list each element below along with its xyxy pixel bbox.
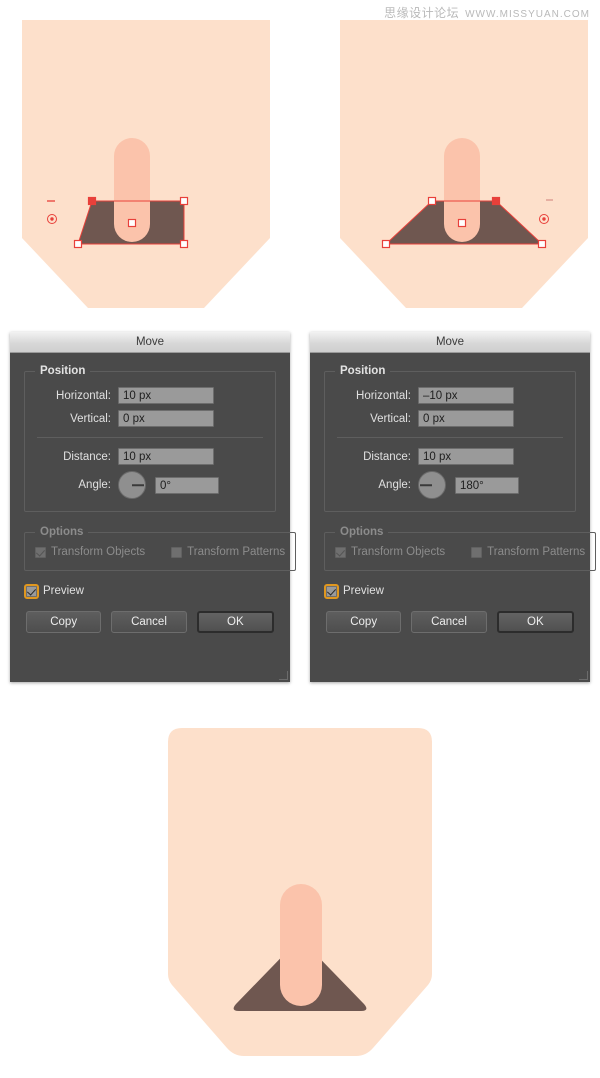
artwork-step-3: [168, 728, 432, 1068]
transform-patterns-checkbox[interactable]: Transform Patterns: [171, 546, 285, 558]
angle-label: Angle:: [378, 479, 411, 491]
distance-input[interactable]: 10 px: [418, 448, 514, 465]
options-checkbox-row: Transform Objects Transform Patterns: [335, 546, 585, 558]
angle-dial[interactable]: [418, 471, 446, 499]
dialog-title: Move: [435, 336, 465, 348]
position-divider: [337, 437, 563, 438]
bridge-capsule: [280, 884, 322, 1006]
position-group-label: Position: [40, 365, 86, 377]
vertical-label: Vertical:: [70, 412, 111, 425]
transform-objects-checkbox[interactable]: Transform Objects: [335, 546, 445, 558]
horizontal-label: Horizontal:: [356, 389, 411, 402]
position-group: Position Horizontal: –10 px Vertical: 0 …: [324, 365, 576, 512]
resize-grip-icon[interactable]: [279, 671, 288, 680]
preview-checkbox[interactable]: Preview: [24, 583, 276, 599]
watermark: 思缘设计论坛 WWW.MISSYUAN.COM: [384, 4, 590, 21]
dialog-body: Position Horizontal: 10 px Vertical: 0 p…: [10, 353, 297, 645]
angle-input[interactable]: 0°: [155, 476, 219, 494]
resize-grip-icon[interactable]: [579, 671, 588, 680]
dialog-button-row: Copy Cancel OK: [24, 611, 276, 635]
angle-input[interactable]: 180°: [455, 476, 519, 494]
artwork-step-2: [340, 20, 588, 312]
vertical-label: Vertical:: [370, 412, 411, 425]
transform-objects-checkbox[interactable]: Transform Objects: [35, 546, 145, 558]
preview-label: Preview: [43, 585, 84, 597]
artwork-step-1: [22, 20, 270, 312]
move-dialog-step-1[interactable]: Move Position Horizontal: 10 px Vertical…: [10, 332, 297, 682]
options-group-label: Options: [340, 526, 384, 538]
transform-patterns-label: Transform Patterns: [487, 546, 586, 558]
copy-button[interactable]: Copy: [26, 611, 102, 633]
move-dialog-step-2[interactable]: Move Position Horizontal: –10 px Vertica…: [310, 332, 597, 682]
distance-field-row: Distance: 10 px: [35, 448, 265, 465]
distance-label: Distance:: [63, 450, 111, 463]
transform-patterns-checkbox[interactable]: Transform Patterns: [471, 546, 585, 558]
checkbox-icon: [35, 546, 46, 558]
distance-label: Distance:: [363, 450, 411, 463]
checkbox-icon: [24, 583, 39, 599]
copy-button[interactable]: Copy: [326, 611, 402, 633]
ok-button[interactable]: OK: [496, 611, 574, 633]
position-group-label: Position: [340, 365, 386, 377]
checkbox-icon: [324, 583, 339, 599]
horizontal-input[interactable]: –10 px: [418, 387, 514, 404]
transform-patterns-label: Transform Patterns: [187, 546, 286, 558]
horizontal-field-row: Horizontal: 10 px: [35, 387, 265, 404]
watermark-url: WWW.MISSYUAN.COM: [465, 9, 590, 20]
angle-field-row: Angle: 0°: [35, 471, 265, 499]
dialog-button-row: Copy Cancel OK: [324, 611, 576, 635]
vertical-input[interactable]: 0 px: [418, 410, 514, 427]
checkbox-icon: [471, 546, 483, 558]
dialog-title: Move: [135, 336, 165, 348]
angle-dial[interactable]: [118, 471, 146, 499]
transform-objects-label: Transform Objects: [351, 546, 446, 558]
horizontal-field-row: Horizontal: –10 px: [335, 387, 565, 404]
transform-objects-label: Transform Objects: [51, 546, 146, 558]
dialog-body: Position Horizontal: –10 px Vertical: 0 …: [310, 353, 597, 645]
position-divider: [37, 437, 263, 438]
vertical-field-row: Vertical: 0 px: [335, 410, 565, 427]
position-group: Position Horizontal: 10 px Vertical: 0 p…: [24, 365, 276, 512]
preview-label: Preview: [343, 585, 384, 597]
cancel-button[interactable]: Cancel: [111, 611, 187, 633]
checkbox-icon: [335, 546, 346, 558]
options-checkbox-row: Transform Objects Transform Patterns: [35, 546, 285, 558]
angle-label: Angle:: [78, 479, 111, 491]
horizontal-label: Horizontal:: [56, 389, 111, 402]
watermark-cn: 思缘设计论坛: [384, 6, 460, 20]
cancel-button[interactable]: Cancel: [411, 611, 487, 633]
distance-field-row: Distance: 10 px: [335, 448, 565, 465]
angle-field-row: Angle: 180°: [335, 471, 565, 499]
ok-button[interactable]: OK: [196, 611, 274, 633]
angle-needle-icon: [420, 484, 432, 486]
options-group-label: Options: [40, 526, 84, 538]
dialog-titlebar: Move: [10, 332, 290, 353]
preview-checkbox[interactable]: Preview: [324, 583, 576, 599]
horizontal-input[interactable]: 10 px: [118, 387, 214, 404]
distance-input[interactable]: 10 px: [118, 448, 214, 465]
options-group: Options Transform Objects Transform Patt…: [324, 526, 597, 571]
options-group: Options Transform Objects Transform Patt…: [24, 526, 297, 571]
dialog-titlebar: Move: [310, 332, 590, 353]
checkbox-icon: [171, 546, 183, 558]
vertical-input[interactable]: 0 px: [118, 410, 214, 427]
vertical-field-row: Vertical: 0 px: [35, 410, 265, 427]
angle-needle-icon: [132, 484, 144, 486]
